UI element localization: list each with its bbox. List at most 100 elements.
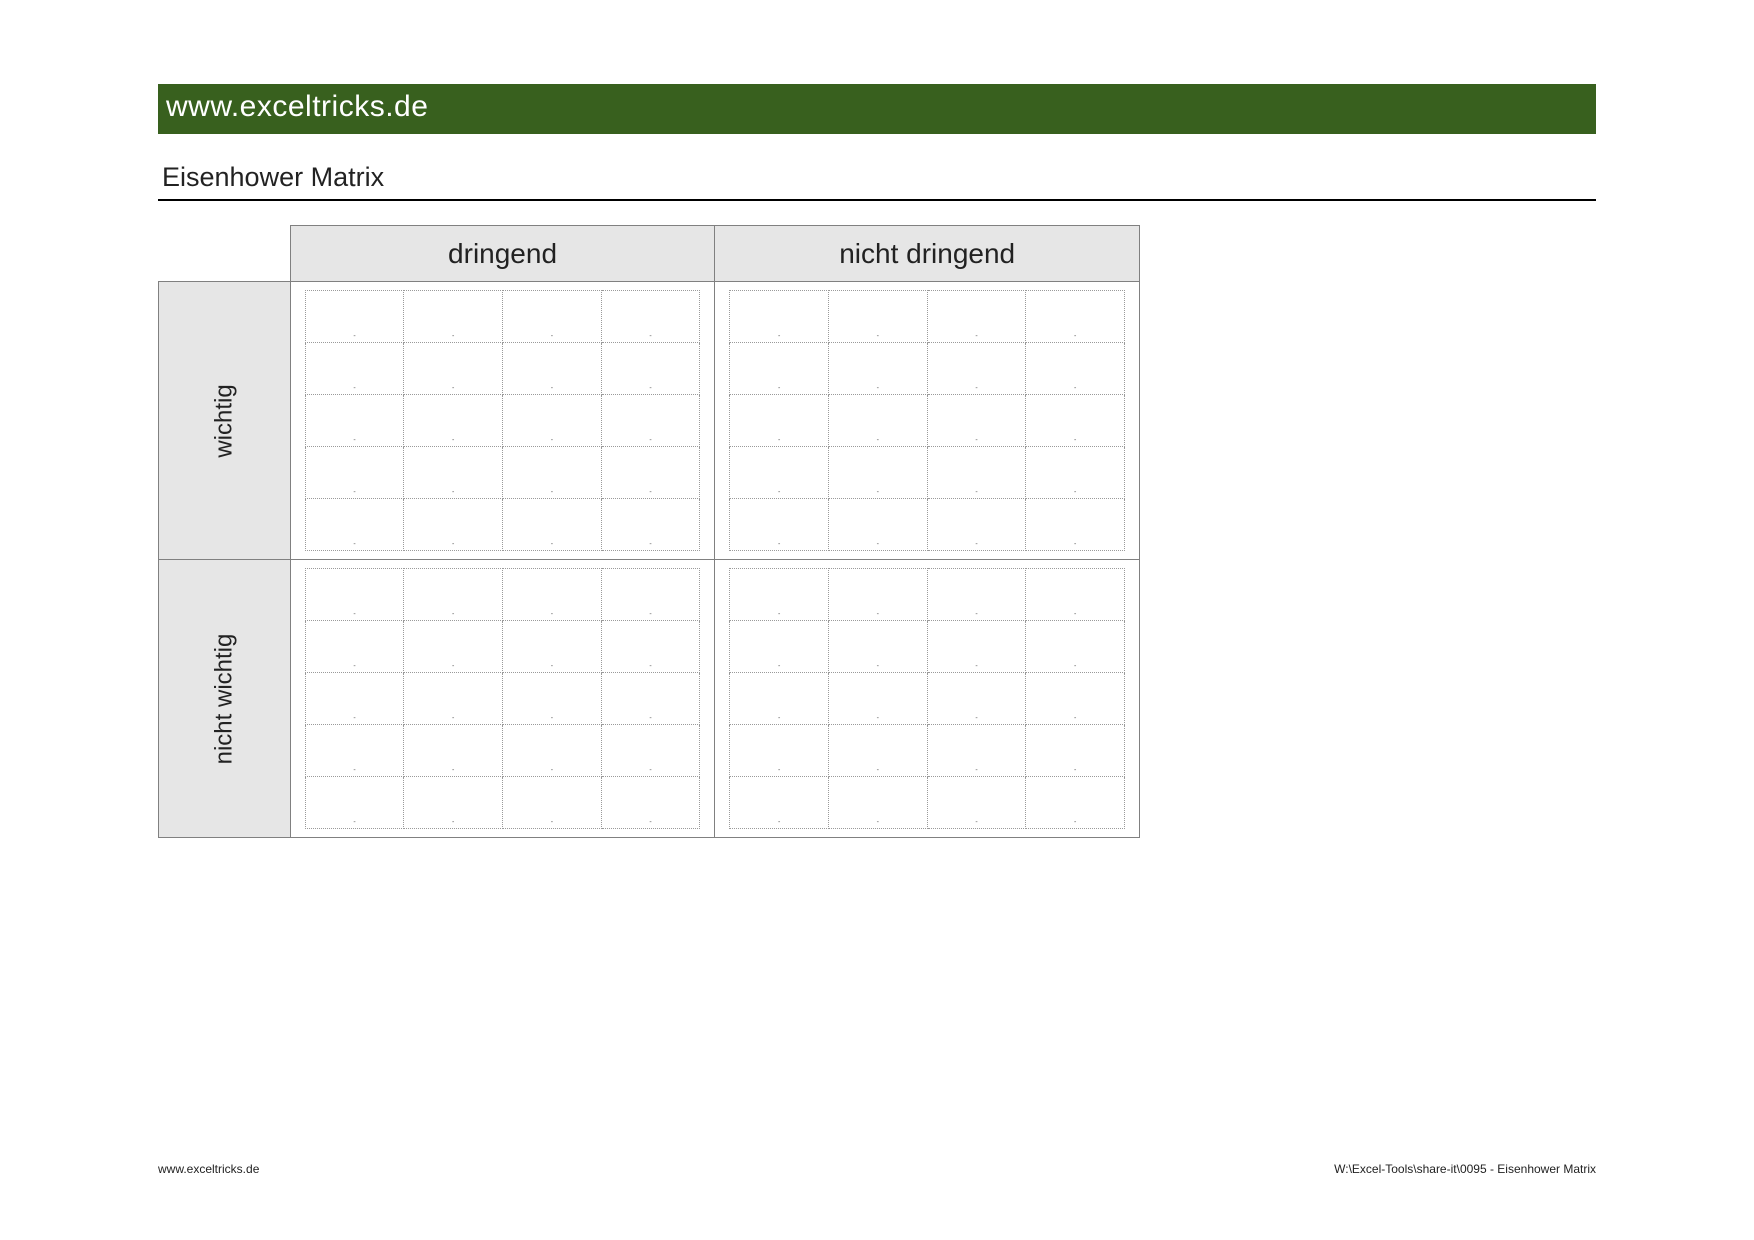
grid-cell: - [601, 447, 700, 499]
grid-cell: - [503, 621, 602, 673]
grid-cell: - [927, 569, 1026, 621]
grid-cell: - [601, 395, 700, 447]
grid-cell: - [404, 725, 503, 777]
grid-cell: - [503, 343, 602, 395]
grid-cell: - [601, 777, 700, 829]
grid-cell: - [927, 343, 1026, 395]
grid-cell: - [503, 395, 602, 447]
grid-cell: - [730, 499, 829, 551]
grid-cell: - [1026, 343, 1125, 395]
col-header-not-urgent-label: nicht dringend [839, 238, 1015, 269]
site-banner: www.exceltricks.de [158, 84, 1596, 134]
grid-cell: - [1026, 569, 1125, 621]
grid-cell: - [305, 725, 404, 777]
quadrant-noturgent-important: -------------------- [715, 282, 1140, 560]
grid-cell: - [503, 499, 602, 551]
grid-cell: - [1026, 777, 1125, 829]
site-url: www.exceltricks.de [166, 90, 428, 123]
grid-cell: - [730, 343, 829, 395]
grid-cell: - [1026, 291, 1125, 343]
grid-cell: - [829, 621, 928, 673]
grid-cell: - [927, 291, 1026, 343]
matrix-corner [159, 226, 291, 282]
footer-left: www.exceltricks.de [158, 1162, 259, 1176]
grid-cell: - [730, 447, 829, 499]
grid-cell: - [404, 291, 503, 343]
grid-cell: - [829, 343, 928, 395]
page-title: Eisenhower Matrix [158, 162, 384, 192]
grid-cell: - [305, 499, 404, 551]
grid-cell: - [305, 569, 404, 621]
grid-cell: - [829, 777, 928, 829]
grid-cell: - [503, 291, 602, 343]
quadrant-urgent-notimportant: -------------------- [290, 560, 715, 838]
grid-cell: - [1026, 673, 1125, 725]
row-header-not-important: nicht wichtig [159, 560, 291, 838]
grid-cell: - [601, 343, 700, 395]
quadrant-inner-grid: -------------------- [729, 290, 1125, 551]
quadrant-inner-grid: -------------------- [305, 290, 701, 551]
grid-cell: - [927, 777, 1026, 829]
eisenhower-matrix: dringend nicht dringend wichtig --------… [158, 225, 1140, 838]
grid-cell: - [305, 621, 404, 673]
page-footer: www.exceltricks.de W:\Excel-Tools\share-… [158, 1162, 1596, 1176]
grid-cell: - [601, 499, 700, 551]
grid-cell: - [730, 621, 829, 673]
grid-cell: - [601, 621, 700, 673]
row-header-important: wichtig [159, 282, 291, 560]
grid-cell: - [927, 447, 1026, 499]
quadrant-inner-grid: -------------------- [729, 568, 1125, 829]
grid-cell: - [404, 569, 503, 621]
grid-cell: - [305, 343, 404, 395]
grid-cell: - [927, 395, 1026, 447]
grid-cell: - [305, 447, 404, 499]
footer-right: W:\Excel-Tools\share-it\0095 - Eisenhowe… [1334, 1162, 1596, 1176]
quadrant-urgent-important: -------------------- [290, 282, 715, 560]
title-wrap: Eisenhower Matrix [158, 162, 1596, 201]
grid-cell: - [404, 621, 503, 673]
quadrant-noturgent-notimportant: -------------------- [715, 560, 1140, 838]
grid-cell: - [601, 569, 700, 621]
grid-cell: - [730, 291, 829, 343]
grid-cell: - [404, 343, 503, 395]
grid-cell: - [927, 673, 1026, 725]
grid-cell: - [305, 395, 404, 447]
grid-cell: - [404, 395, 503, 447]
grid-cell: - [503, 777, 602, 829]
grid-cell: - [730, 395, 829, 447]
grid-cell: - [601, 673, 700, 725]
row-header-important-label: wichtig [210, 355, 238, 486]
grid-cell: - [1026, 621, 1125, 673]
grid-cell: - [829, 499, 928, 551]
grid-cell: - [305, 291, 404, 343]
grid-cell: - [730, 777, 829, 829]
grid-cell: - [1026, 725, 1125, 777]
document-page: www.exceltricks.de Eisenhower Matrix dri… [158, 84, 1596, 838]
grid-cell: - [305, 777, 404, 829]
grid-cell: - [305, 673, 404, 725]
grid-cell: - [503, 447, 602, 499]
grid-cell: - [503, 673, 602, 725]
col-header-urgent: dringend [290, 226, 715, 282]
grid-cell: - [829, 569, 928, 621]
grid-cell: - [404, 499, 503, 551]
grid-cell: - [601, 725, 700, 777]
grid-cell: - [503, 569, 602, 621]
grid-cell: - [927, 725, 1026, 777]
grid-cell: - [730, 673, 829, 725]
grid-cell: - [404, 447, 503, 499]
quadrant-inner-grid: -------------------- [305, 568, 701, 829]
grid-cell: - [1026, 395, 1125, 447]
grid-cell: - [503, 725, 602, 777]
row-header-not-important-label: nicht wichtig [210, 633, 238, 764]
grid-cell: - [730, 725, 829, 777]
grid-cell: - [404, 777, 503, 829]
grid-cell: - [829, 395, 928, 447]
grid-cell: - [829, 291, 928, 343]
grid-cell: - [730, 569, 829, 621]
col-header-not-urgent: nicht dringend [715, 226, 1140, 282]
grid-cell: - [1026, 447, 1125, 499]
grid-cell: - [829, 673, 928, 725]
grid-cell: - [829, 447, 928, 499]
grid-cell: - [829, 725, 928, 777]
